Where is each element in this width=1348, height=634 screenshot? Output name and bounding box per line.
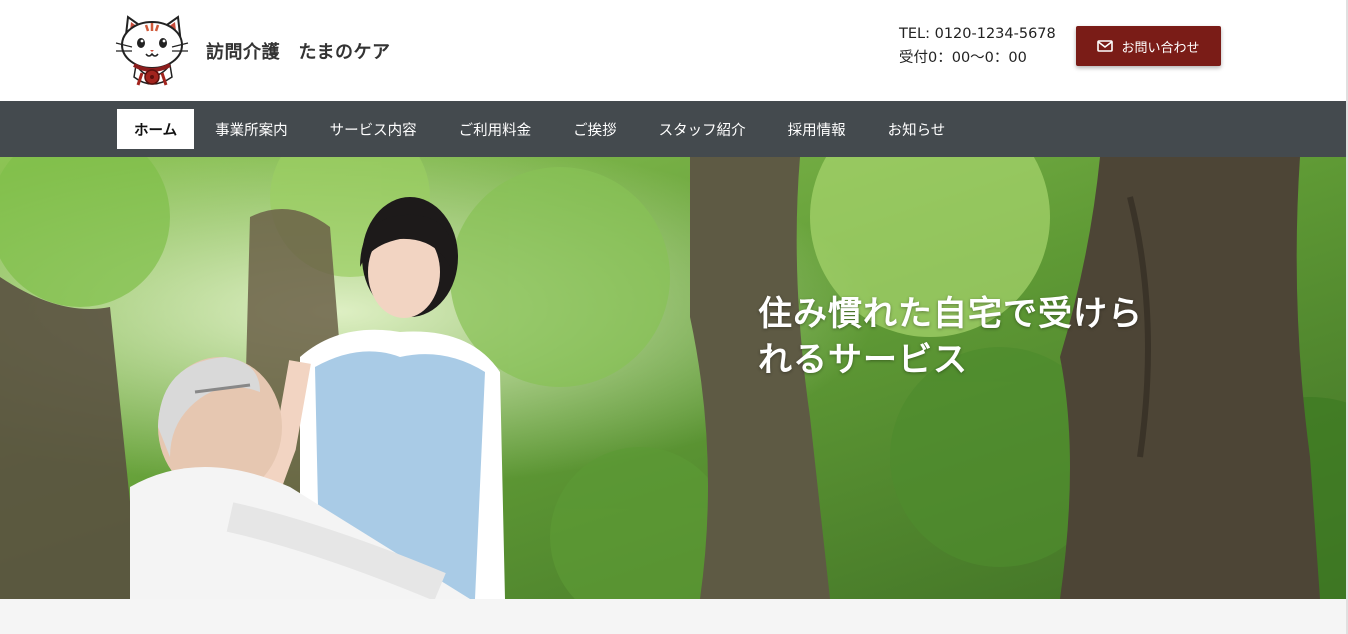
nav-item-services[interactable]: サービス内容	[309, 109, 438, 149]
inquiry-button-label: お問い合わせ	[1121, 40, 1200, 56]
hero-caption-line1: 住み慣れた自宅で受けら	[758, 294, 1143, 334]
phone-number: TEL: 0120-1234-5678	[899, 26, 1056, 42]
nav-item-news[interactable]: お知らせ	[867, 109, 967, 149]
nav-item-staff[interactable]: スタッフ紹介	[638, 109, 767, 149]
nav-list: ホーム 事業所案内 サービス内容 ご利用料金 ご挨拶 スタッフ紹介 採用情報 お…	[117, 109, 966, 149]
site-logo-link[interactable]: 訪問介護 たまのケア	[112, 12, 390, 90]
nav-item-recruit[interactable]: 採用情報	[767, 109, 867, 149]
main-nav: ホーム 事業所案内 サービス内容 ご利用料金 ご挨拶 スタッフ紹介 採用情報 お…	[0, 101, 1348, 157]
hero-caption-line2: れるサービス	[758, 340, 968, 380]
nav-item-home[interactable]: ホーム	[117, 109, 195, 149]
nav-item-greeting[interactable]: ご挨拶	[552, 109, 638, 149]
site-title: 訪問介護 たまのケア	[206, 42, 391, 63]
nav-item-office[interactable]: 事業所案内	[194, 109, 309, 149]
hero-banner: 住み慣れた自宅で受けら れるサービス	[0, 157, 1348, 599]
inquiry-button[interactable]: お問い合わせ	[1076, 26, 1221, 66]
business-hours: 受付0：00〜0：00	[899, 50, 1027, 66]
nav-item-fees[interactable]: ご利用料金	[438, 109, 553, 149]
hero-caption: 住み慣れた自宅で受けら れるサービス	[758, 291, 1208, 383]
cat-mascot-icon	[115, 15, 189, 86]
site-header: 訪問介護 たまのケア TEL: 0120-1234-5678 受付0：00〜0：…	[0, 0, 1348, 101]
contact-info: TEL: 0120-1234-5678 受付0：00〜0：00	[899, 22, 1056, 70]
content-area	[0, 599, 1348, 634]
mail-icon	[1097, 40, 1114, 52]
